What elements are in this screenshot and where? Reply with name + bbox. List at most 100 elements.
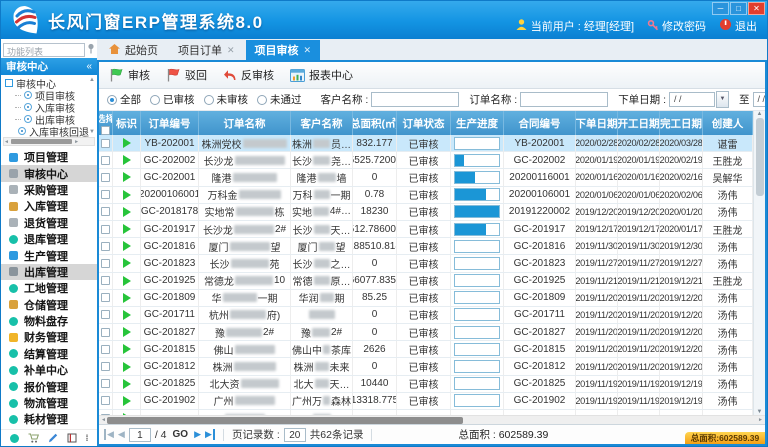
toolbar-button-undo-red[interactable]: 反审核 [223,67,274,83]
filter-date-input[interactable]: / / [753,92,765,107]
row-checkbox[interactable] [101,139,110,148]
sidebar-item-仓储管理[interactable]: 仓储管理 [1,297,97,313]
horizontal-scrollbar[interactable]: ◄ ► [99,415,765,424]
next-page-button[interactable]: ▶ [194,429,201,440]
tree-item-入库审核回退[interactable]: 入库审核回退 [5,125,87,137]
table-row[interactable]: GC-201825北大资北大天…10440已审核GC-2018252019/11… [99,376,753,393]
sidebar-item-工地管理[interactable]: 工地管理 [1,280,97,296]
row-checkbox[interactable] [101,328,110,337]
first-page-button[interactable]: ◀ [104,429,114,440]
row-checkbox[interactable] [101,345,110,354]
collapse-icon[interactable]: « [86,61,92,72]
tree-scroll-down-icon[interactable]: ▼ [89,129,95,135]
tree-scroll-up-icon[interactable]: ▲ [89,77,95,83]
table-row[interactable]: GC-2018178实地常栋实地4#…18230已审核2019122000220… [99,204,753,221]
table-row[interactable]: YB-202001株洲党校株洲员…832.177已审核YB-2020012020… [99,135,753,152]
table-row[interactable]: GC-201812株洲株洲未来0已审核GC-2018122019/11/2020… [99,358,753,375]
filter-text-input[interactable] [520,92,608,107]
book-icon[interactable] [67,433,77,443]
sidebar-item-项目管理[interactable]: 项目管理 [1,149,97,165]
dropdown-arrow-icon[interactable]: ▼ [716,91,729,108]
close-tab-icon[interactable]: ✕ [227,45,235,56]
row-checkbox[interactable] [101,362,110,371]
tab-project-audit[interactable]: 项目审核 ✕ [246,40,321,60]
tab-project-orders[interactable]: 项目订单 ✕ [169,40,244,60]
scroll-up-icon[interactable]: ▲ [757,111,763,117]
close-button[interactable]: ✕ [748,2,765,15]
sidebar-item-耗材管理[interactable]: 耗材管理 [1,411,97,427]
sidebar-item-物流管理[interactable]: 物流管理 [1,395,97,411]
more-icon[interactable]: ⁞ [86,433,89,443]
sidebar-item-财务管理[interactable]: 财务管理 [1,329,97,345]
filter-radio-未通过[interactable]: 未通过 [257,92,302,107]
sidebar-item-结算管理[interactable]: 结算管理 [1,346,97,362]
toolbar-button-flag-green[interactable]: 审核 [109,67,150,83]
row-checkbox[interactable] [101,225,110,234]
filter-radio-未审核[interactable]: 未审核 [204,92,249,107]
sidebar-item-补单中心[interactable]: 补单中心 [1,362,97,378]
table-row[interactable]: 20200106001万科金万科一期0.78已审核202001060012020… [99,187,753,204]
row-checkbox[interactable] [101,379,110,388]
sidebar-item-生产管理[interactable]: 生产管理 [1,247,97,263]
scroll-thumb[interactable] [107,417,463,424]
sidebar-item-报价管理[interactable]: 报价管理 [1,378,97,394]
row-checkbox[interactable] [101,259,110,268]
last-page-button[interactable]: ▶ [205,429,215,440]
function-search-input[interactable]: 功能列表 [3,43,85,57]
close-tab-icon[interactable]: ✕ [304,45,312,56]
change-password-button[interactable]: 修改密码 [647,18,706,34]
pen-icon[interactable] [48,433,58,443]
filter-text-input[interactable] [371,92,459,107]
row-checkbox[interactable] [101,310,110,319]
row-checkbox[interactable] [101,156,110,165]
scroll-left-icon[interactable]: ◄ [101,417,106,423]
filter-radio-全部[interactable]: 全部 [107,92,141,107]
table-row[interactable]: GC-201823长沙苑长沙之…0已审核GC-2018232019/11/272… [99,255,753,272]
tab-home[interactable]: 起始页 [100,40,167,60]
scroll-thumb[interactable] [756,118,764,196]
table-row[interactable]: GC-201711杭州府)0已审核GC-2017112019/11/202019… [99,307,753,324]
row-checkbox[interactable] [101,207,110,216]
select-all-checkbox[interactable] [101,126,110,135]
scroll-right-icon[interactable]: ► [758,417,763,423]
toolbar-button-report[interactable]: 报表中心 [290,67,353,83]
status-icon[interactable] [10,434,19,443]
table-row[interactable]: GC-201925常德龙10常德原…266077.835…已审核GC-20192… [99,273,753,290]
table-row[interactable]: GC-201815佛山佛山中茶库2626已审核GC-2018152019/11/… [99,341,753,358]
sidebar-item-入库管理[interactable]: 入库管理 [1,198,97,214]
table-row[interactable]: GC-201816厦门望厦门望188510.818已审核GC-201816201… [99,238,753,255]
row-checkbox[interactable] [101,190,110,199]
sidebar-item-物料盘存[interactable]: 物料盘存 [1,313,97,329]
table-row[interactable]: GC-201902广州广州万森林13318.775已审核GC-201902201… [99,393,753,410]
table-row[interactable]: GC-201917长沙龙2#长沙天…8512.78600…已审核GC-20191… [99,221,753,238]
sidebar-item-退库管理[interactable]: 退库管理 [1,231,97,247]
toolbar-button-flag-red[interactable]: 驳回 [166,67,207,83]
filter-date-input[interactable]: / / [669,92,715,107]
logout-button[interactable]: 退出 [719,18,757,34]
go-button[interactable]: GO [173,429,189,440]
sidebar-item-审核中心[interactable]: 审核中心 [1,165,97,181]
row-checkbox[interactable] [101,242,110,251]
table-row[interactable]: GC-201809华一期华润期85.25已审核GC-2018092019/11/… [99,290,753,307]
row-checkbox[interactable] [101,173,110,182]
row-checkbox[interactable] [101,293,110,302]
page-size-input[interactable]: 20 [284,428,306,442]
vertical-scrollbar[interactable]: ▲ ▼ [753,111,765,415]
maximize-button[interactable]: □ [730,2,747,15]
table-row[interactable]: GC-202002长沙龙长沙尧…65525.7200…已审核GC-2020022… [99,152,753,169]
minimize-button[interactable]: ─ [712,2,729,15]
table-row[interactable]: GC-202001隆港隆港墙0已审核202001160012020/01/162… [99,169,753,186]
sidebar-item-采购管理[interactable]: 采购管理 [1,182,97,198]
cart-icon[interactable] [28,433,39,443]
sidebar-item-出库管理[interactable]: 出库管理 [1,264,97,280]
sidebar-item-退货管理[interactable]: 退货管理 [1,215,97,231]
pin-icon[interactable] [87,41,95,59]
scroll-thumb[interactable] [11,139,72,144]
column-header-选择[interactable]: 选择 [99,111,113,135]
prev-page-button[interactable]: ◀ [118,429,125,440]
filter-radio-已审核[interactable]: 已审核 [150,92,195,107]
page-number-input[interactable]: 1 [129,428,151,442]
table-row[interactable]: GC-201827豫2#豫2#0已审核GC-2018272019/11/2020… [99,324,753,341]
row-checkbox[interactable] [101,276,110,285]
row-checkbox[interactable] [101,396,110,405]
